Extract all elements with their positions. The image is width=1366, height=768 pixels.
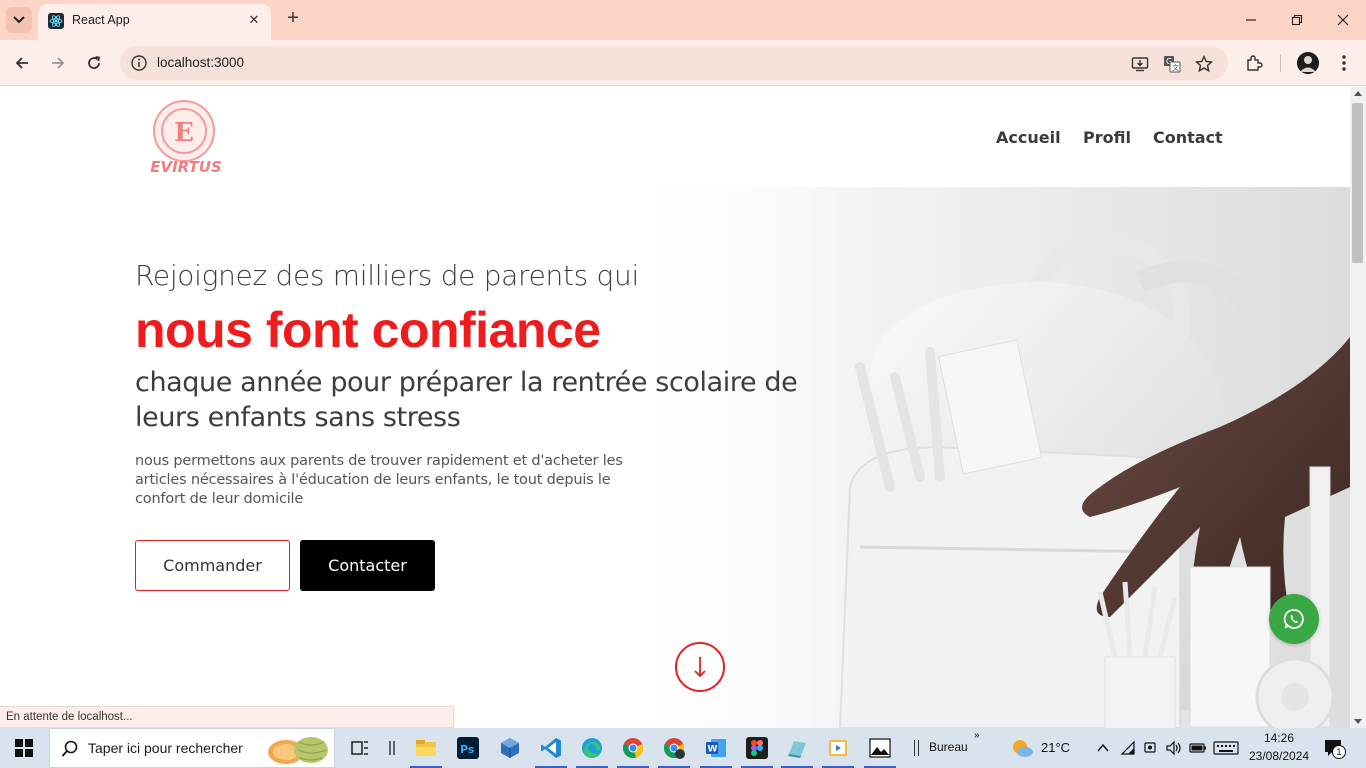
close-icon[interactable]: ✕ [245,12,263,30]
chevron-right-icon[interactable]: » [974,730,980,741]
url-text: localhost:3000 [157,55,245,70]
scroll-down-arrow[interactable] [1354,719,1362,724]
nav-accueil[interactable]: Accueil [996,128,1061,147]
search-placeholder: Taper ici pour rechercher [88,740,243,756]
extensions-icon[interactable] [1243,52,1265,74]
photoshop-icon[interactable]: Ps [448,728,488,768]
svg-text:EVIRTUS: EVIRTUS [150,158,222,176]
hero-subheadline: chaque année pour préparer la rentrée sc… [135,367,798,433]
notification-badge: 1 [1332,745,1346,759]
desktop-label[interactable]: Bureau [929,740,968,754]
media-player-icon[interactable] [818,728,858,768]
site-logo[interactable]: E EVIRTUS [150,97,222,177]
nav-contact[interactable]: Contact [1153,128,1223,147]
tray-divider [918,740,919,756]
browser-tab-active[interactable]: React App ✕ [38,4,271,40]
restore-icon[interactable] [1282,6,1312,34]
install-icon[interactable] [1130,54,1150,74]
svg-text:Ps: Ps [460,743,475,756]
nav-profil[interactable]: Profil [1083,128,1131,147]
volume-icon[interactable] [1165,740,1183,760]
scroll-thumb[interactable] [1352,103,1363,263]
taskbar-search[interactable]: Taper ici pour rechercher [49,728,335,768]
order-button[interactable]: Commander [135,540,290,591]
window-close-icon[interactable] [1328,6,1358,34]
svg-text:E: E [174,118,194,148]
minimize-icon[interactable] [1236,6,1266,34]
meet-icon[interactable] [1143,740,1159,760]
info-icon[interactable] [130,54,148,72]
tray-divider [914,740,915,756]
melon-icon [268,737,328,764]
figma-icon[interactable] [737,728,777,768]
keyboard-icon[interactable] [1213,740,1239,760]
scroll-down-button[interactable] [675,642,725,692]
weather-temp[interactable]: 21°C [1041,740,1070,755]
scroll-up-arrow[interactable] [1354,91,1362,96]
page-scrollbar[interactable] [1350,87,1366,728]
clock-date[interactable]: 23/08/2024 [1249,749,1309,763]
contact-button[interactable]: Contacter [300,540,435,591]
file-explorer-icon[interactable] [406,728,446,768]
sticky-app-icon[interactable] [777,728,817,768]
whatsapp-button[interactable] [1269,594,1319,644]
svg-text:W: W [708,745,718,755]
react-icon [48,13,64,29]
windows-taskbar: Taper ici pour rechercher Ps W Bureau » … [0,728,1366,768]
weather-icon[interactable] [1010,737,1034,759]
browser-toolbar: localhost:3000 G文 [0,40,1366,86]
network-icon[interactable] [1120,740,1136,760]
word-icon[interactable]: W [696,728,736,768]
hero-description: nous permettons aux parents de trouver r… [135,453,623,507]
webpage: E EVIRTUS Accueil Profil Contact Rejoign… [0,87,1350,728]
star-icon[interactable] [1194,54,1214,74]
chrome-icon[interactable] [613,728,653,768]
chevron-up-icon[interactable] [1096,740,1110,759]
tab-title: React App [72,13,130,27]
back-icon[interactable] [11,52,33,74]
hero-image-backpack [620,187,1350,728]
battery-icon[interactable] [1189,740,1207,760]
browser-tabbar: React App ✕ + [0,0,1366,40]
status-bubble: En attente de localhost... [0,706,454,728]
reload-icon[interactable] [83,52,105,74]
virtualbox-icon[interactable] [490,728,530,768]
vscode-icon[interactable] [531,728,571,768]
clock-time[interactable]: 14:26 [1264,731,1294,745]
whatsapp-icon [1283,609,1304,629]
edge-icon[interactable] [572,728,612,768]
avatar[interactable] [1297,52,1319,74]
chrome-profile-icon[interactable] [654,728,694,768]
translate-icon[interactable]: G文 [1162,54,1182,74]
hero-highlight: nous font confiance [135,302,601,358]
hero-headline: Rejoignez des milliers de parents qui [135,259,639,292]
tab-list-icon[interactable] [6,7,32,33]
windows-icon[interactable] [0,728,48,768]
toolbar-divider [1280,54,1281,72]
notification-icon[interactable]: 1 [1324,739,1346,761]
menu-icon[interactable] [1333,52,1355,74]
address-bar[interactable]: localhost:3000 G文 [120,46,1228,80]
search-icon [61,740,78,757]
svg-text:文: 文 [1172,63,1179,72]
forward-icon[interactable] [47,52,69,74]
arrow-down-icon [694,657,706,678]
plus-icon[interactable]: + [282,8,304,30]
photos-icon[interactable] [860,728,900,768]
